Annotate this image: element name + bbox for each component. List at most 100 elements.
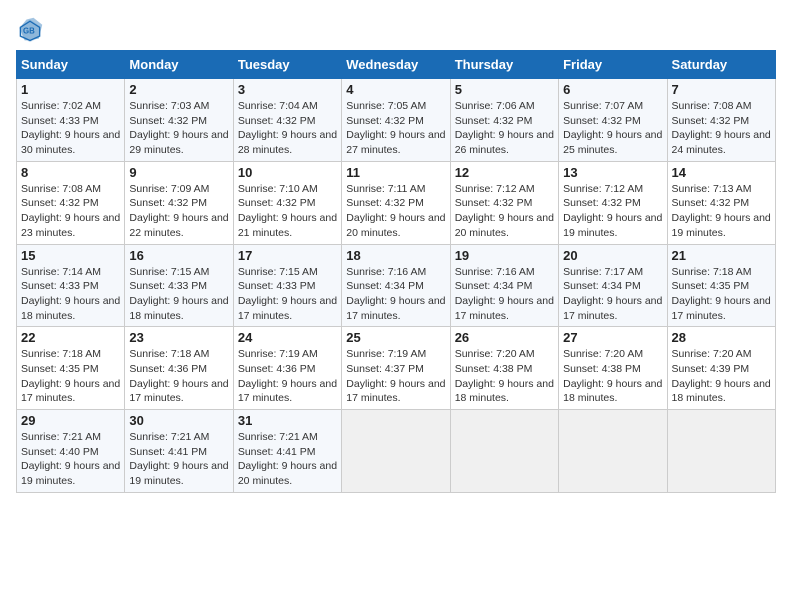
logo: GB — [16, 16, 48, 44]
day-number: 4 — [346, 82, 445, 97]
day-number: 23 — [129, 330, 228, 345]
calendar-cell: 4 Sunrise: 7:05 AM Sunset: 4:32 PM Dayli… — [342, 79, 450, 162]
calendar-week-2: 8 Sunrise: 7:08 AM Sunset: 4:32 PM Dayli… — [17, 161, 776, 244]
calendar-cell: 12 Sunrise: 7:12 AM Sunset: 4:32 PM Dayl… — [450, 161, 558, 244]
day-number: 26 — [455, 330, 554, 345]
day-number: 3 — [238, 82, 337, 97]
day-number: 16 — [129, 248, 228, 263]
day-number: 17 — [238, 248, 337, 263]
day-number: 20 — [563, 248, 662, 263]
day-number: 12 — [455, 165, 554, 180]
day-number: 11 — [346, 165, 445, 180]
day-number: 29 — [21, 413, 120, 428]
calendar-cell — [559, 410, 667, 493]
day-number: 18 — [346, 248, 445, 263]
day-info: Sunrise: 7:03 AM Sunset: 4:32 PM Dayligh… — [129, 99, 228, 158]
day-info: Sunrise: 7:08 AM Sunset: 4:32 PM Dayligh… — [672, 99, 771, 158]
calendar-cell: 30 Sunrise: 7:21 AM Sunset: 4:41 PM Dayl… — [125, 410, 233, 493]
day-number: 2 — [129, 82, 228, 97]
day-info: Sunrise: 7:04 AM Sunset: 4:32 PM Dayligh… — [238, 99, 337, 158]
day-info: Sunrise: 7:15 AM Sunset: 4:33 PM Dayligh… — [238, 265, 337, 324]
day-info: Sunrise: 7:18 AM Sunset: 4:35 PM Dayligh… — [672, 265, 771, 324]
logo-icon: GB — [16, 16, 44, 44]
calendar-cell: 26 Sunrise: 7:20 AM Sunset: 4:38 PM Dayl… — [450, 327, 558, 410]
day-info: Sunrise: 7:13 AM Sunset: 4:32 PM Dayligh… — [672, 182, 771, 241]
weekday-header-wednesday: Wednesday — [342, 51, 450, 79]
day-number: 24 — [238, 330, 337, 345]
day-info: Sunrise: 7:18 AM Sunset: 4:35 PM Dayligh… — [21, 347, 120, 406]
day-number: 8 — [21, 165, 120, 180]
calendar-cell: 9 Sunrise: 7:09 AM Sunset: 4:32 PM Dayli… — [125, 161, 233, 244]
calendar-cell: 5 Sunrise: 7:06 AM Sunset: 4:32 PM Dayli… — [450, 79, 558, 162]
weekday-header-thursday: Thursday — [450, 51, 558, 79]
day-info: Sunrise: 7:08 AM Sunset: 4:32 PM Dayligh… — [21, 182, 120, 241]
day-info: Sunrise: 7:02 AM Sunset: 4:33 PM Dayligh… — [21, 99, 120, 158]
day-number: 13 — [563, 165, 662, 180]
calendar-cell: 24 Sunrise: 7:19 AM Sunset: 4:36 PM Dayl… — [233, 327, 341, 410]
day-info: Sunrise: 7:15 AM Sunset: 4:33 PM Dayligh… — [129, 265, 228, 324]
calendar-cell — [667, 410, 775, 493]
day-number: 28 — [672, 330, 771, 345]
day-info: Sunrise: 7:18 AM Sunset: 4:36 PM Dayligh… — [129, 347, 228, 406]
day-info: Sunrise: 7:21 AM Sunset: 4:40 PM Dayligh… — [21, 430, 120, 489]
weekday-header-tuesday: Tuesday — [233, 51, 341, 79]
calendar-cell: 19 Sunrise: 7:16 AM Sunset: 4:34 PM Dayl… — [450, 244, 558, 327]
day-info: Sunrise: 7:19 AM Sunset: 4:36 PM Dayligh… — [238, 347, 337, 406]
calendar-cell — [342, 410, 450, 493]
day-info: Sunrise: 7:07 AM Sunset: 4:32 PM Dayligh… — [563, 99, 662, 158]
weekday-header-friday: Friday — [559, 51, 667, 79]
day-info: Sunrise: 7:09 AM Sunset: 4:32 PM Dayligh… — [129, 182, 228, 241]
calendar-cell: 2 Sunrise: 7:03 AM Sunset: 4:32 PM Dayli… — [125, 79, 233, 162]
calendar-cell: 31 Sunrise: 7:21 AM Sunset: 4:41 PM Dayl… — [233, 410, 341, 493]
calendar-cell — [450, 410, 558, 493]
header: GB — [16, 16, 776, 44]
calendar-cell: 17 Sunrise: 7:15 AM Sunset: 4:33 PM Dayl… — [233, 244, 341, 327]
calendar-week-3: 15 Sunrise: 7:14 AM Sunset: 4:33 PM Dayl… — [17, 244, 776, 327]
calendar-cell: 7 Sunrise: 7:08 AM Sunset: 4:32 PM Dayli… — [667, 79, 775, 162]
day-number: 31 — [238, 413, 337, 428]
day-info: Sunrise: 7:06 AM Sunset: 4:32 PM Dayligh… — [455, 99, 554, 158]
day-number: 27 — [563, 330, 662, 345]
day-info: Sunrise: 7:21 AM Sunset: 4:41 PM Dayligh… — [238, 430, 337, 489]
day-info: Sunrise: 7:16 AM Sunset: 4:34 PM Dayligh… — [346, 265, 445, 324]
calendar-cell: 21 Sunrise: 7:18 AM Sunset: 4:35 PM Dayl… — [667, 244, 775, 327]
day-info: Sunrise: 7:05 AM Sunset: 4:32 PM Dayligh… — [346, 99, 445, 158]
weekday-header-monday: Monday — [125, 51, 233, 79]
day-info: Sunrise: 7:11 AM Sunset: 4:32 PM Dayligh… — [346, 182, 445, 241]
calendar-cell: 1 Sunrise: 7:02 AM Sunset: 4:33 PM Dayli… — [17, 79, 125, 162]
day-info: Sunrise: 7:12 AM Sunset: 4:32 PM Dayligh… — [455, 182, 554, 241]
calendar-cell: 13 Sunrise: 7:12 AM Sunset: 4:32 PM Dayl… — [559, 161, 667, 244]
weekday-header-saturday: Saturday — [667, 51, 775, 79]
day-number: 7 — [672, 82, 771, 97]
day-info: Sunrise: 7:14 AM Sunset: 4:33 PM Dayligh… — [21, 265, 120, 324]
day-number: 22 — [21, 330, 120, 345]
calendar-cell: 18 Sunrise: 7:16 AM Sunset: 4:34 PM Dayl… — [342, 244, 450, 327]
weekday-header-sunday: Sunday — [17, 51, 125, 79]
day-info: Sunrise: 7:20 AM Sunset: 4:38 PM Dayligh… — [455, 347, 554, 406]
day-number: 9 — [129, 165, 228, 180]
day-number: 19 — [455, 248, 554, 263]
day-number: 15 — [21, 248, 120, 263]
calendar-cell: 20 Sunrise: 7:17 AM Sunset: 4:34 PM Dayl… — [559, 244, 667, 327]
day-number: 10 — [238, 165, 337, 180]
weekday-header-row: SundayMondayTuesdayWednesdayThursdayFrid… — [17, 51, 776, 79]
calendar-cell: 15 Sunrise: 7:14 AM Sunset: 4:33 PM Dayl… — [17, 244, 125, 327]
calendar-week-5: 29 Sunrise: 7:21 AM Sunset: 4:40 PM Dayl… — [17, 410, 776, 493]
day-info: Sunrise: 7:17 AM Sunset: 4:34 PM Dayligh… — [563, 265, 662, 324]
day-info: Sunrise: 7:12 AM Sunset: 4:32 PM Dayligh… — [563, 182, 662, 241]
day-info: Sunrise: 7:10 AM Sunset: 4:32 PM Dayligh… — [238, 182, 337, 241]
day-number: 5 — [455, 82, 554, 97]
day-number: 30 — [129, 413, 228, 428]
calendar-cell: 27 Sunrise: 7:20 AM Sunset: 4:38 PM Dayl… — [559, 327, 667, 410]
calendar-week-4: 22 Sunrise: 7:18 AM Sunset: 4:35 PM Dayl… — [17, 327, 776, 410]
calendar-cell: 23 Sunrise: 7:18 AM Sunset: 4:36 PM Dayl… — [125, 327, 233, 410]
page-container: GB SundayMondayTuesdayWednesdayThursdayF… — [0, 0, 792, 501]
day-number: 25 — [346, 330, 445, 345]
calendar-cell: 8 Sunrise: 7:08 AM Sunset: 4:32 PM Dayli… — [17, 161, 125, 244]
calendar-cell: 22 Sunrise: 7:18 AM Sunset: 4:35 PM Dayl… — [17, 327, 125, 410]
day-info: Sunrise: 7:21 AM Sunset: 4:41 PM Dayligh… — [129, 430, 228, 489]
calendar-cell: 3 Sunrise: 7:04 AM Sunset: 4:32 PM Dayli… — [233, 79, 341, 162]
calendar-cell: 16 Sunrise: 7:15 AM Sunset: 4:33 PM Dayl… — [125, 244, 233, 327]
calendar-cell: 11 Sunrise: 7:11 AM Sunset: 4:32 PM Dayl… — [342, 161, 450, 244]
day-info: Sunrise: 7:20 AM Sunset: 4:39 PM Dayligh… — [672, 347, 771, 406]
